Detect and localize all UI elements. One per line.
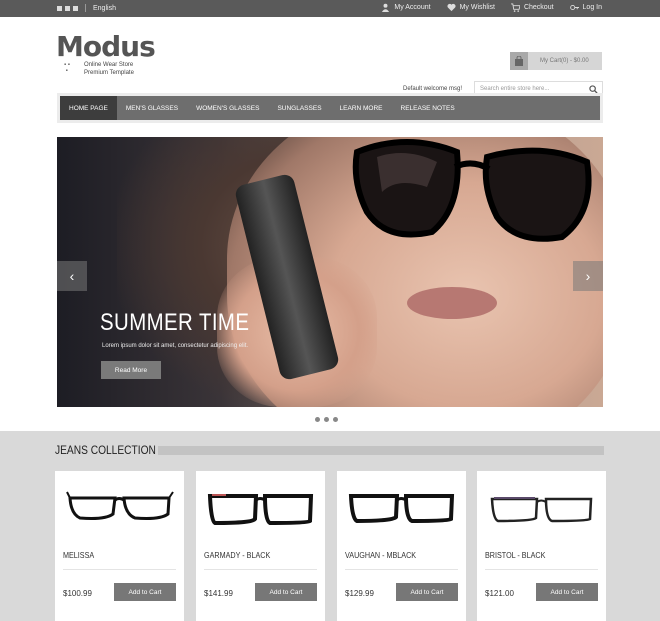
account-links: My Account My Wishlist Checkout Log In bbox=[381, 3, 602, 12]
log-in-link[interactable]: Log In bbox=[569, 3, 602, 12]
flag-icon[interactable] bbox=[65, 5, 70, 11]
site-logo[interactable]: Modus bbox=[56, 33, 156, 61]
slider-prev-button[interactable]: ‹ bbox=[57, 261, 87, 291]
nav-item-mens-glasses[interactable]: MEN'S GLASSES bbox=[117, 96, 187, 120]
tagline-line-2: Premium Template bbox=[84, 70, 134, 76]
read-more-button[interactable]: Read More bbox=[101, 361, 161, 379]
welcome-message: Default welcome msg! bbox=[403, 86, 463, 92]
nav-item-release-notes[interactable]: RELEASE NOTES bbox=[392, 96, 464, 120]
cart-icon bbox=[510, 3, 520, 12]
add-to-cart-button[interactable]: Add to Cart bbox=[396, 583, 458, 601]
search-placeholder: Search entire store here... bbox=[480, 86, 550, 92]
language-label[interactable]: English bbox=[93, 5, 116, 12]
my-account-link[interactable]: My Account bbox=[381, 3, 431, 12]
logo-tagline: Online Wear Store Premium Template bbox=[84, 61, 134, 77]
pagination-dot[interactable] bbox=[333, 417, 338, 422]
product-card[interactable]: BRISTOL - BLACK $121.00 Add to Cart bbox=[477, 471, 606, 621]
mini-cart-button[interactable]: My Cart(0) - $0.00 bbox=[510, 52, 602, 70]
slider-next-button[interactable]: › bbox=[573, 261, 603, 291]
divider bbox=[63, 569, 176, 570]
product-image[interactable] bbox=[487, 486, 596, 536]
product-card[interactable]: VAUGHAN - MBLACK $129.99 Add to Cart bbox=[337, 471, 466, 621]
my-wishlist-link[interactable]: My Wishlist bbox=[447, 3, 495, 12]
section-divider-bar bbox=[158, 446, 604, 455]
mini-cart-label: My Cart(0) - $0.00 bbox=[540, 58, 589, 64]
product-name[interactable]: GARMADY - BLACK bbox=[204, 551, 270, 560]
slide-text: Lorem ipsum dolor sit amet, consectetur … bbox=[102, 343, 249, 349]
log-in-label: Log In bbox=[582, 4, 602, 11]
nav-bar: HOME PAGE MEN'S GLASSES WOMEN'S GLASSES … bbox=[60, 96, 600, 120]
language-selector[interactable]: English bbox=[57, 4, 116, 12]
product-image[interactable] bbox=[65, 486, 174, 536]
checkout-label: Checkout bbox=[523, 4, 554, 11]
product-image[interactable] bbox=[347, 486, 456, 536]
nav-item-sunglasses[interactable]: SUNGLASSES bbox=[268, 96, 330, 120]
pagination-dot[interactable] bbox=[315, 417, 320, 422]
flag-icon[interactable] bbox=[73, 5, 78, 11]
nav-item-learn-more[interactable]: LEARN MORE bbox=[331, 96, 392, 120]
product-price: $100.99 bbox=[63, 589, 92, 598]
product-price: $121.00 bbox=[485, 589, 514, 598]
nav-item-home-page[interactable]: HOME PAGE bbox=[60, 96, 117, 120]
product-name[interactable]: BRISTOL - BLACK bbox=[485, 551, 545, 560]
heart-icon bbox=[447, 3, 456, 12]
collection-title: JEANS COLLECTION bbox=[55, 443, 156, 457]
shopping-bag-icon bbox=[510, 52, 528, 70]
slider-pagination bbox=[315, 417, 338, 422]
divider bbox=[345, 569, 458, 570]
slide-lips-shape bbox=[407, 287, 497, 319]
add-to-cart-button[interactable]: Add to Cart bbox=[536, 583, 598, 601]
slide-title: SUMMER TIME bbox=[100, 309, 250, 336]
product-card[interactable]: MELISSA $100.99 Add to Cart bbox=[55, 471, 184, 621]
slide-sunglasses-shape bbox=[352, 139, 592, 242]
add-to-cart-button[interactable]: Add to Cart bbox=[114, 583, 176, 601]
header: Modus ▪ ▪ ▪ Online Wear Store Premium Te… bbox=[0, 17, 660, 97]
my-account-label: My Account bbox=[394, 4, 431, 11]
hero-slider: SUMMER TIME Lorem ipsum dolor sit amet, … bbox=[57, 137, 603, 407]
add-to-cart-button[interactable]: Add to Cart bbox=[255, 583, 317, 601]
checkout-link[interactable]: Checkout bbox=[510, 3, 554, 12]
divider bbox=[204, 569, 317, 570]
my-wishlist-label: My Wishlist bbox=[459, 4, 495, 11]
product-name[interactable]: MELISSA bbox=[63, 551, 94, 560]
collection-section: JEANS COLLECTION MELISSA $100.99 Add to … bbox=[0, 431, 660, 621]
product-price: $141.99 bbox=[204, 589, 233, 598]
product-price: $129.99 bbox=[345, 589, 374, 598]
nav-item-womens-glasses[interactable]: WOMEN'S GLASSES bbox=[187, 96, 268, 120]
product-image[interactable] bbox=[206, 486, 315, 536]
top-bar: English My Account My Wishlist Checkout … bbox=[0, 0, 660, 17]
flag-icon[interactable] bbox=[57, 5, 62, 11]
product-name[interactable]: VAUGHAN - MBLACK bbox=[345, 551, 416, 560]
logo-dots: ▪ ▪ ▪ bbox=[64, 62, 70, 74]
tagline-line-1: Online Wear Store bbox=[84, 62, 134, 68]
main-navigation: HOME PAGE MEN'S GLASSES WOMEN'S GLASSES … bbox=[57, 93, 603, 123]
user-icon bbox=[382, 3, 390, 12]
pagination-dot[interactable] bbox=[324, 417, 329, 422]
divider bbox=[85, 4, 86, 12]
divider bbox=[485, 569, 598, 570]
key-icon bbox=[569, 4, 579, 11]
product-card[interactable]: GARMADY - BLACK $141.99 Add to Cart bbox=[196, 471, 325, 621]
